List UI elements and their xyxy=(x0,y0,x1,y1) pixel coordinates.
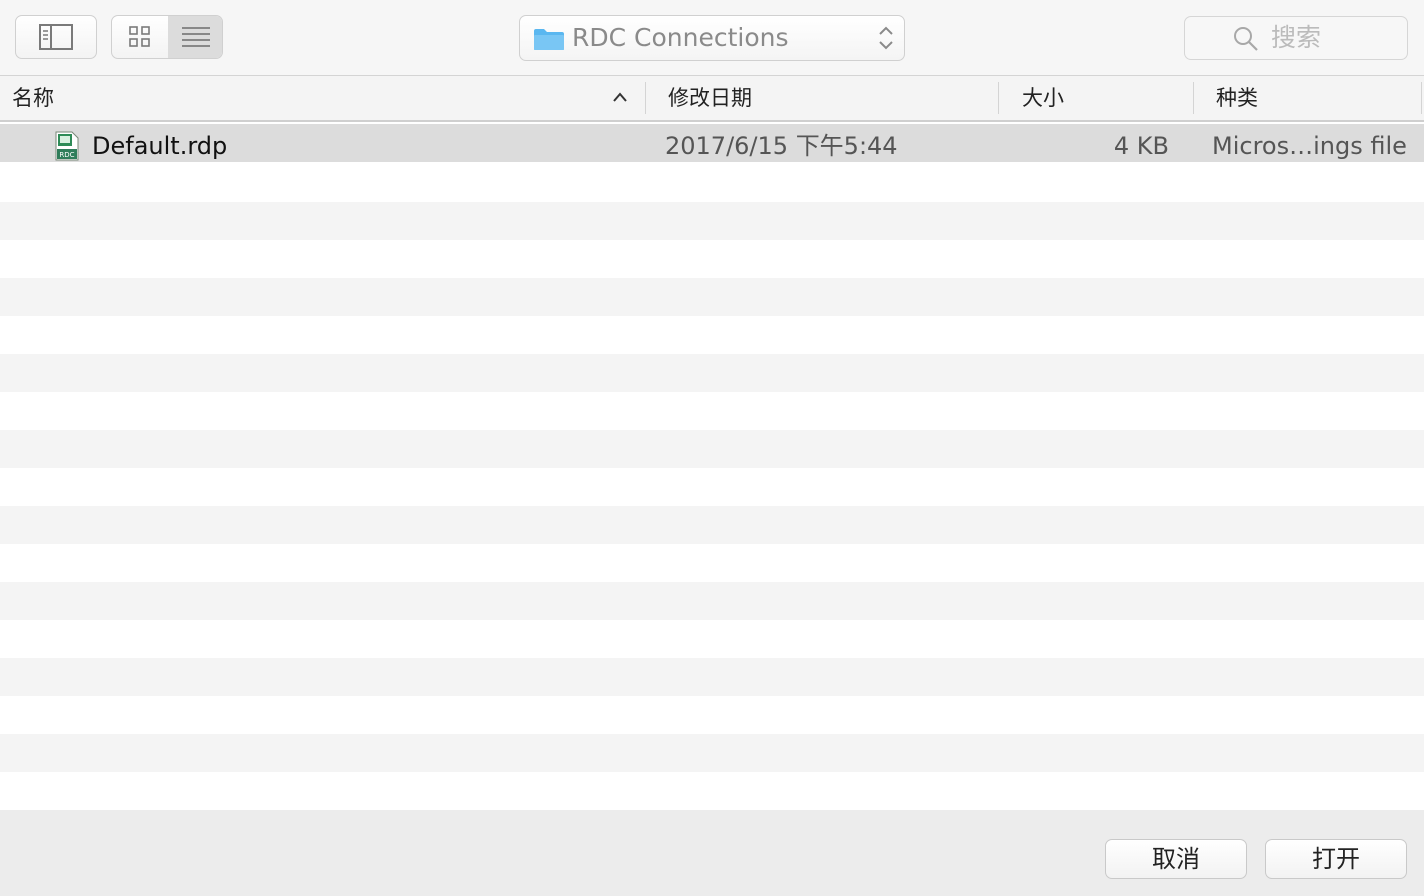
search-icon xyxy=(1234,27,1258,51)
column-modified-header[interactable]: 修改日期 xyxy=(656,76,998,120)
empty-row xyxy=(0,506,1424,544)
empty-row xyxy=(0,162,1424,200)
column-kind-header[interactable]: 种类 xyxy=(1204,76,1420,120)
column-kind-label: 种类 xyxy=(1216,86,1258,110)
grid-icon xyxy=(129,26,150,47)
empty-row xyxy=(0,582,1424,620)
column-name-label: 名称 xyxy=(12,86,54,110)
empty-row xyxy=(0,354,1424,392)
file-size: 4 KB xyxy=(1113,132,1169,160)
empty-row xyxy=(0,316,1424,354)
column-divider[interactable] xyxy=(645,82,646,114)
cancel-button[interactable]: 取消 xyxy=(1105,839,1247,879)
file-modified: 2017/6/15 下午5:44 xyxy=(665,132,898,160)
column-header: 名称 修改日期 大小 种类 xyxy=(0,76,1424,122)
empty-row xyxy=(0,734,1424,772)
file-list: RDC Default.rdp 2017/6/15 下午5:44 4 KB Mi… xyxy=(0,122,1424,810)
rdp-file-icon: RDC xyxy=(55,131,79,161)
column-size-label: 大小 xyxy=(1022,86,1064,110)
column-divider[interactable] xyxy=(998,82,999,114)
empty-row xyxy=(0,772,1424,810)
file-kind: Micros…ings file xyxy=(1212,132,1407,160)
location-popup[interactable]: RDC Connections xyxy=(519,15,905,61)
column-divider[interactable] xyxy=(1193,82,1194,114)
empty-row xyxy=(0,696,1424,734)
empty-row xyxy=(0,468,1424,506)
list-icon xyxy=(182,27,210,47)
sort-ascending-icon xyxy=(613,92,627,102)
column-divider[interactable] xyxy=(1421,82,1422,114)
dialog-footer: 取消 打开 xyxy=(0,810,1424,896)
search-field[interactable]: 搜索 xyxy=(1184,16,1408,60)
location-label: RDC Connections xyxy=(572,23,789,52)
empty-row xyxy=(0,544,1424,582)
empty-row xyxy=(0,658,1424,696)
empty-row xyxy=(0,430,1424,468)
rdp-icon-label: RDC xyxy=(59,151,74,159)
empty-row xyxy=(0,620,1424,658)
open-button[interactable]: 打开 xyxy=(1265,839,1407,879)
empty-row xyxy=(0,278,1424,316)
sidebar-icon xyxy=(39,24,73,50)
chevron-updown-icon xyxy=(879,26,893,50)
empty-row xyxy=(0,202,1424,240)
empty-row xyxy=(0,392,1424,430)
file-row[interactable]: RDC Default.rdp 2017/6/15 下午5:44 4 KB Mi… xyxy=(0,124,1424,162)
column-modified-label: 修改日期 xyxy=(668,86,752,110)
empty-row xyxy=(0,240,1424,278)
column-name-header[interactable]: 名称 xyxy=(0,76,645,120)
list-view-button[interactable] xyxy=(168,16,222,58)
file-name: Default.rdp xyxy=(92,132,228,160)
folder-icon xyxy=(534,29,564,50)
sidebar-toggle-button[interactable] xyxy=(15,15,97,59)
toolbar: RDC Connections 搜索 xyxy=(0,0,1424,76)
icon-view-button[interactable] xyxy=(112,16,169,58)
column-size-header[interactable]: 大小 xyxy=(1010,76,1193,120)
view-mode-group xyxy=(111,15,223,59)
search-placeholder: 搜索 xyxy=(1271,23,1322,52)
